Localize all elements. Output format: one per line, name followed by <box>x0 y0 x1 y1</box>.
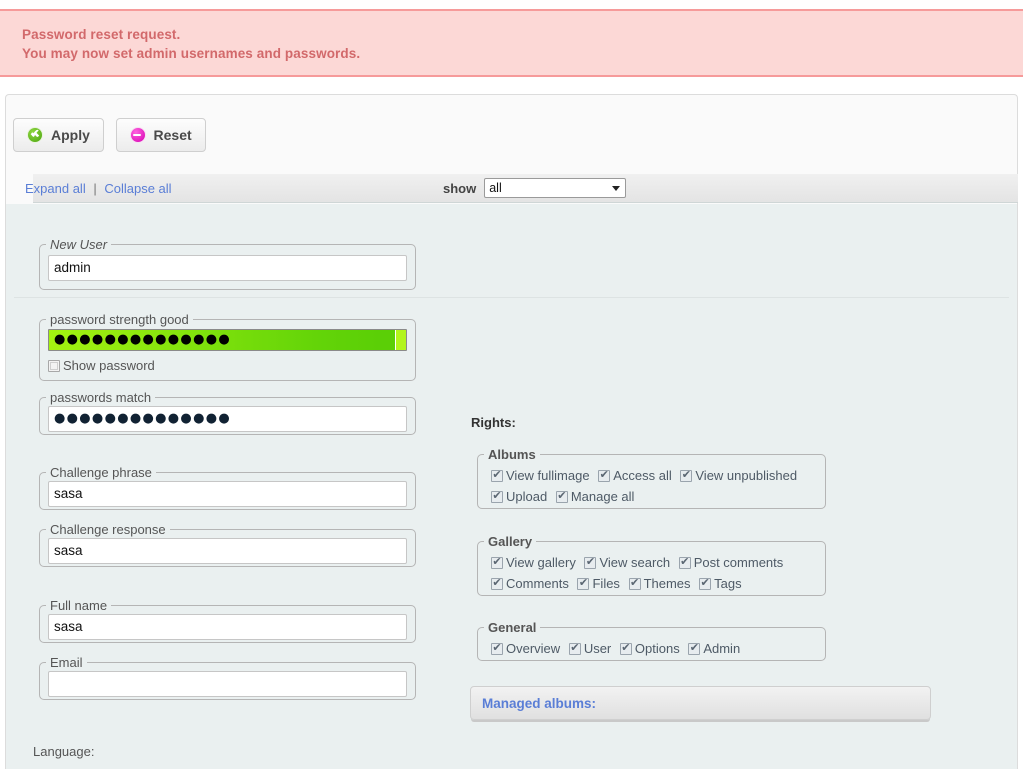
general-legend: General <box>488 620 537 635</box>
checkbox-icon[interactable] <box>491 640 503 656</box>
password-strength-legend: password strength good <box>50 312 189 327</box>
albums-row-1: View fullimage Access all View unpublish… <box>491 465 825 486</box>
language-label: Language: <box>33 744 95 759</box>
collapse-all-link[interactable]: Collapse all <box>104 181 171 196</box>
rights-group-general: General Overview User Options Admin <box>477 620 826 661</box>
full-name-input[interactable]: sasa <box>48 614 407 640</box>
gallery-row-2: Comments Files Themes Tags <box>491 573 825 594</box>
right-comments[interactable]: Comments <box>491 573 569 594</box>
passwords-match-legend: passwords match <box>50 390 152 405</box>
rights-group-gallery: Gallery View gallery View search Post co… <box>477 534 826 596</box>
magenta-minus-circle-icon <box>129 127 146 143</box>
email-input[interactable] <box>48 671 407 697</box>
challenge-phrase-legend: Challenge phrase <box>50 465 152 480</box>
alert-line-2: You may now set admin usernames and pass… <box>22 46 361 61</box>
challenge-response-legend: Challenge response <box>50 522 166 537</box>
checkbox-icon[interactable] <box>688 640 701 656</box>
new-user-legend: New User <box>50 237 108 252</box>
reset-button-label: Reset <box>153 127 192 143</box>
password-input-value: ●●●●●●●●●●●●●● <box>54 332 232 347</box>
right-files[interactable]: Files <box>577 573 620 594</box>
checkbox-icon[interactable] <box>699 575 712 591</box>
checkbox-icon[interactable] <box>577 575 590 591</box>
expand-all-link[interactable]: Expand all <box>25 181 86 196</box>
checkbox-icon[interactable] <box>619 640 632 656</box>
show-select-value: all <box>489 181 502 195</box>
right-view-search[interactable]: View search <box>584 552 670 573</box>
full-name-fieldset: Full name sasa <box>39 598 416 643</box>
email-legend: Email <box>50 655 83 670</box>
checkbox-icon[interactable] <box>491 488 503 504</box>
password-confirm-input[interactable]: ●●●●●●●●●●●●●● <box>48 406 407 432</box>
show-password-label: Show password <box>63 358 155 373</box>
challenge-phrase-input[interactable]: sasa <box>48 481 407 507</box>
challenge-response-fieldset: Challenge response sasa <box>39 522 416 567</box>
right-view-fullimage[interactable]: View fullimage <box>491 465 590 486</box>
checkbox-icon[interactable] <box>491 467 503 483</box>
checkbox-icon[interactable] <box>628 575 641 591</box>
right-manage-all[interactable]: Manage all <box>555 486 634 507</box>
right-view-unpublished[interactable]: View unpublished <box>680 465 797 486</box>
password-fieldset: password strength good ●●●●●●●●●●●●●● Sh… <box>39 312 416 381</box>
green-check-circle-icon <box>27 126 43 143</box>
email-fieldset: Email <box>39 655 416 700</box>
show-password-checkbox[interactable] <box>48 360 60 372</box>
expand-collapse-bar: Expand all | Collapse all show all <box>25 174 1018 203</box>
checkbox-icon[interactable] <box>491 575 503 591</box>
show-select[interactable]: all <box>484 178 627 198</box>
managed-albums-label: Managed albums: <box>482 695 597 711</box>
right-post-comments[interactable]: Post comments <box>678 552 783 573</box>
section-divider <box>14 297 1009 298</box>
gallery-row-1: View gallery View search Post comments <box>491 552 825 573</box>
rights-group-albums: Albums View fullimage Access all View un… <box>477 447 826 509</box>
right-user[interactable]: User <box>568 638 611 659</box>
apply-button[interactable]: Apply <box>13 118 104 152</box>
full-name-legend: Full name <box>50 598 108 613</box>
checkbox-icon[interactable] <box>491 554 503 570</box>
general-row-1: Overview User Options Admin <box>491 638 825 659</box>
challenge-response-input[interactable]: sasa <box>48 538 407 564</box>
right-admin[interactable]: Admin <box>688 638 740 659</box>
right-overview[interactable]: Overview <box>491 638 560 659</box>
challenge-phrase-fieldset: Challenge phrase sasa <box>39 465 416 510</box>
right-access-all[interactable]: Access all <box>598 465 672 486</box>
alert-line-1: Password reset request. <box>22 27 181 42</box>
checkbox-icon[interactable] <box>598 467 611 483</box>
checkbox-icon[interactable] <box>680 467 693 483</box>
right-options[interactable]: Options <box>619 638 680 659</box>
gallery-legend: Gallery <box>488 534 533 549</box>
checkbox-icon[interactable] <box>584 554 597 570</box>
password-strength-bar-cap <box>396 330 406 350</box>
reset-button[interactable]: Reset <box>115 118 206 152</box>
rights-title: Rights: <box>471 415 516 430</box>
password-input[interactable]: ●●●●●●●●●●●●●● <box>48 329 407 351</box>
right-tags[interactable]: Tags <box>699 573 742 594</box>
new-user-fieldset: New User admin <box>39 237 416 290</box>
link-separator: | <box>93 180 97 196</box>
checkbox-icon[interactable] <box>555 488 568 504</box>
checkbox-icon[interactable] <box>568 640 581 656</box>
new-user-input[interactable]: admin <box>48 255 407 281</box>
albums-row-2: Upload Manage all <box>491 486 825 507</box>
password-confirm-fieldset: passwords match ●●●●●●●●●●●●●● <box>39 390 416 435</box>
form-content-area: New User admin password strength good ●●… <box>5 204 1018 769</box>
managed-albums-bar[interactable]: Managed albums: <box>470 686 931 720</box>
apply-button-label: Apply <box>51 127 90 143</box>
show-password-row: Show password <box>48 357 407 375</box>
form-toolbar: Apply Reset <box>13 118 214 154</box>
checkbox-icon[interactable] <box>678 554 691 570</box>
right-upload[interactable]: Upload <box>491 486 547 507</box>
password-reset-alert: Password reset request. You may now set … <box>0 9 1023 77</box>
right-themes[interactable]: Themes <box>628 573 691 594</box>
albums-legend: Albums <box>488 447 536 462</box>
right-view-gallery[interactable]: View gallery <box>491 552 576 573</box>
show-label: show <box>443 180 477 196</box>
chevron-down-icon <box>612 186 621 191</box>
